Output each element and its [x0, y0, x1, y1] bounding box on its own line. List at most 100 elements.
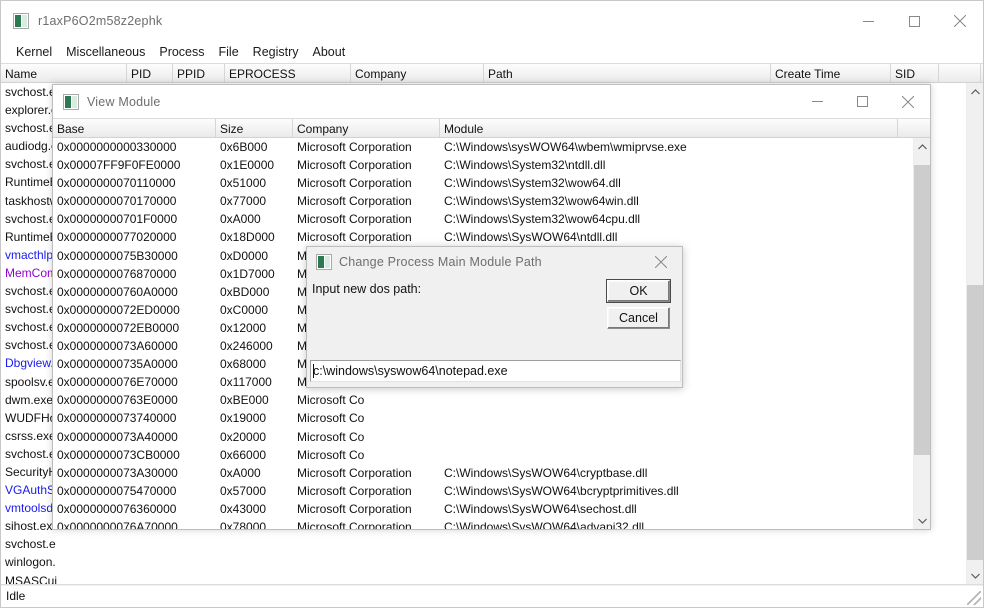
cell-company — [351, 535, 484, 553]
cell-base: 0x0000000073740000 — [57, 411, 177, 426]
cell-company: Microsoft Co — [297, 429, 365, 444]
cell-base: 0x0000000000330000 — [57, 140, 177, 154]
cell-size: 0x117000 — [220, 375, 272, 390]
scroll-down-icon[interactable] — [914, 512, 930, 529]
resize-grip-icon[interactable] — [967, 591, 981, 605]
scroll-down-icon[interactable] — [967, 567, 983, 584]
scroll-up-icon[interactable] — [967, 83, 983, 100]
close-icon[interactable] — [885, 85, 930, 118]
table-row[interactable]: 0x0000000075470000 0x57000 Microsoft Corpo… — [53, 482, 913, 500]
cell-size: 0xA000 — [220, 212, 261, 227]
main-vertical-scrollbar[interactable] — [966, 83, 983, 584]
cell-size: 0xBD000 — [220, 284, 270, 299]
cell-company: Microsoft Corporation — [297, 212, 412, 227]
table-row[interactable]: 0x0000000073CB0000 0x66000 Microsoft Co — [53, 446, 913, 464]
menu-item-miscellaneous[interactable]: Miscellaneous — [59, 43, 152, 61]
scroll-up-icon[interactable] — [914, 138, 930, 155]
cell-base: 0x0000000073A30000 — [57, 465, 178, 480]
ok-button[interactable]: OK — [606, 279, 671, 303]
table-row[interactable]: 0x0000000070110000 0x51000 Microsoft Corpo… — [53, 174, 913, 192]
cell-ppid — [173, 553, 225, 571]
cell-ppid — [173, 572, 225, 584]
cell-base: 0x0000000072EB0000 — [57, 320, 180, 335]
table-row[interactable]: MSASCui — [1, 572, 966, 584]
column-header-module[interactable]: Module — [440, 119, 898, 137]
column-header-sid[interactable]: SID — [891, 64, 939, 82]
dialog-titlebar: Change Process Main Module Path — [307, 247, 682, 277]
table-row[interactable]: 0x00007FF9F0FE0000 0x1E0000 Microsoft Corp… — [53, 156, 913, 174]
table-row[interactable]: 0x0000000070170000 0x77000 Microsoft Corpo… — [53, 192, 913, 210]
table-row[interactable]: 0x0000000073A30000 0xA000 Microsoft Corpor… — [53, 464, 913, 482]
cell-size: 0x78000 — [220, 519, 267, 529]
cell-company: Microsoft Co — [297, 447, 365, 462]
column-header-company[interactable]: Company — [293, 119, 440, 137]
cell-base: 0x0000000076870000 — [57, 266, 177, 281]
minimize-icon[interactable] — [795, 85, 840, 118]
app-icon — [13, 13, 29, 29]
cell-module: C:\Windows\SysWOW64\ntdll.dll — [444, 230, 618, 245]
cell-module: C:\Windows\System32\wow64cpu.dll — [444, 212, 641, 227]
close-icon[interactable] — [937, 1, 983, 41]
menu-item-about[interactable]: About — [306, 43, 353, 61]
table-row[interactable]: 0x0000000073740000 0x19000 Microsoft Co — [53, 409, 913, 427]
cell-eprocess — [225, 572, 351, 584]
cell-name: svchost.e — [5, 537, 56, 552]
cell-size: 0xC0000 — [220, 302, 269, 317]
cell-company: Microsoft Corporation — [297, 465, 412, 480]
module-scroll-thumb[interactable] — [914, 165, 930, 455]
table-row[interactable]: 0x00000000701F0000 0xA000 Microsoft Corpor… — [53, 210, 913, 228]
cell-module — [440, 409, 898, 427]
menu-item-kernel[interactable]: Kernel — [9, 43, 59, 61]
cell-pid — [127, 572, 173, 584]
table-row[interactable]: 0x00000000763E0000 0xBE000 Microsoft Co — [53, 391, 913, 409]
column-header-pid[interactable]: PID — [127, 64, 173, 82]
main-scroll-thumb[interactable] — [967, 285, 983, 560]
cell-module — [440, 446, 898, 464]
table-row[interactable]: 0x0000000000330000 0x6B000 Microsoft Corpo… — [53, 138, 913, 156]
table-row[interactable]: svchost.e — [1, 535, 966, 553]
cell-ppid — [173, 535, 225, 553]
cell-company — [351, 572, 484, 584]
maximize-icon[interactable] — [840, 85, 885, 118]
cell-size: 0x19000 — [220, 411, 267, 426]
menubar: Kernel Miscellaneous Process File Regist… — [1, 41, 983, 63]
column-header-company[interactable]: Company — [351, 64, 484, 82]
column-header-size[interactable]: Size — [216, 119, 293, 137]
table-row[interactable]: 0x0000000077020000 0x18D000 Microsoft Corp… — [53, 228, 913, 246]
main-scroll-track[interactable] — [967, 100, 983, 567]
column-header-path[interactable]: Path — [484, 64, 771, 82]
cell-base: 0x00000000701F0000 — [57, 212, 178, 227]
table-row[interactable]: winlogon. — [1, 553, 966, 571]
minimize-icon[interactable] — [845, 1, 891, 41]
maximize-icon[interactable] — [891, 1, 937, 41]
module-scroll-track[interactable] — [914, 155, 930, 512]
cell-name: MSASCui — [5, 573, 58, 584]
module-vertical-scrollbar[interactable] — [913, 138, 930, 529]
cell-createtime — [771, 553, 891, 571]
cell-base: 0x00007FF9F0FE0000 — [57, 158, 181, 173]
table-row[interactable]: 0x0000000076A70000 0x78000 Microsoft Corpo… — [53, 518, 913, 529]
cell-size: 0x12000 — [220, 320, 267, 335]
cell-size: 0x6B000 — [220, 140, 268, 154]
column-header-createtime[interactable]: Create Time — [771, 64, 891, 82]
menu-item-file[interactable]: File — [212, 43, 246, 61]
cell-size: 0xBE000 — [220, 393, 269, 408]
dos-path-input[interactable]: c:\windows\syswow64\notepad.exe — [310, 360, 681, 382]
column-header-base[interactable]: Base — [53, 119, 216, 137]
close-icon[interactable] — [640, 247, 682, 277]
menu-item-registry[interactable]: Registry — [246, 43, 306, 61]
cell-base: 0x00000000760A0000 — [57, 284, 178, 299]
cancel-button[interactable]: Cancel — [607, 307, 670, 329]
menu-item-process[interactable]: Process — [152, 43, 211, 61]
cell-eprocess — [225, 553, 351, 571]
column-header-name[interactable]: Name — [1, 64, 127, 82]
cell-eprocess — [225, 535, 351, 553]
cell-base: 0x0000000073CB0000 — [57, 447, 180, 462]
table-row[interactable]: 0x0000000073A40000 0x20000 Microsoft Co — [53, 428, 913, 446]
main-titlebar: r1axP6O2m58z2ephk — [1, 1, 983, 41]
column-header-eprocess[interactable]: EPROCESS — [225, 64, 351, 82]
change-process-main-module-path-dialog: Change Process Main Module Path Input ne… — [306, 246, 683, 388]
column-header-spacer[interactable] — [939, 64, 981, 82]
table-row[interactable]: 0x0000000076360000 0x43000 Microsoft Corpo… — [53, 500, 913, 518]
column-header-ppid[interactable]: PPID — [173, 64, 225, 82]
